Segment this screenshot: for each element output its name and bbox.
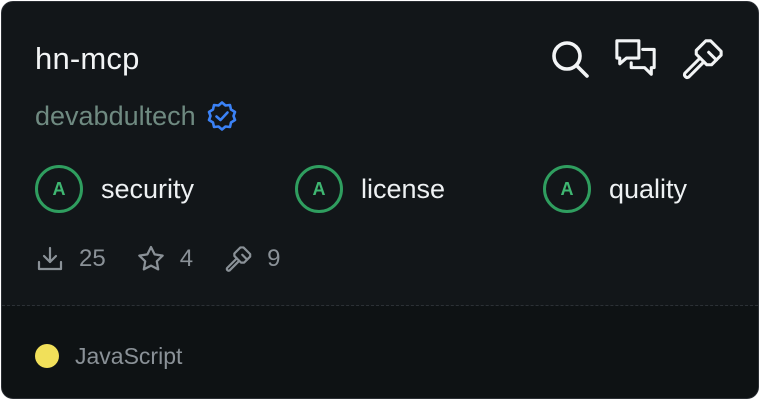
score-security[interactable]: A security xyxy=(35,165,194,213)
language-color-dot xyxy=(35,344,59,368)
hammer-icon[interactable] xyxy=(680,37,724,81)
card-footer: JavaScript xyxy=(2,306,758,398)
repo-title[interactable]: hn-mcp xyxy=(35,39,140,79)
stars-count: 4 xyxy=(179,245,194,272)
score-label: license xyxy=(361,174,446,204)
tools-count: 9 xyxy=(267,245,281,272)
stats-row: 25 4 9 xyxy=(35,242,310,276)
author-row: devabdultech xyxy=(35,98,238,134)
score-license[interactable]: A license xyxy=(295,165,445,213)
language-name: JavaScript xyxy=(75,343,183,369)
chat-icon[interactable] xyxy=(614,37,658,81)
score-label: quality xyxy=(609,174,688,204)
downloads-count: 25 xyxy=(79,245,106,272)
verified-badge-icon xyxy=(206,100,238,132)
card-actions xyxy=(548,37,724,81)
grade-badge: A xyxy=(35,165,83,213)
download-icon xyxy=(35,244,65,274)
language-row: JavaScript xyxy=(35,341,182,371)
grade-badge: A xyxy=(295,165,343,213)
hammer-icon xyxy=(223,244,253,274)
tools-stat: 9 xyxy=(223,242,280,276)
score-badges: A security A license A quality xyxy=(35,165,735,215)
server-card[interactable]: hn-mcp devabdultech A security A license… xyxy=(1,1,759,399)
star-icon xyxy=(136,244,166,274)
stars-stat: 4 xyxy=(136,242,193,276)
grade-badge: A xyxy=(543,165,591,213)
search-icon[interactable] xyxy=(548,37,592,81)
score-label: security xyxy=(101,174,195,204)
author-name[interactable]: devabdultech xyxy=(35,98,196,134)
downloads-stat: 25 xyxy=(35,242,106,276)
score-quality[interactable]: A quality xyxy=(543,165,687,213)
